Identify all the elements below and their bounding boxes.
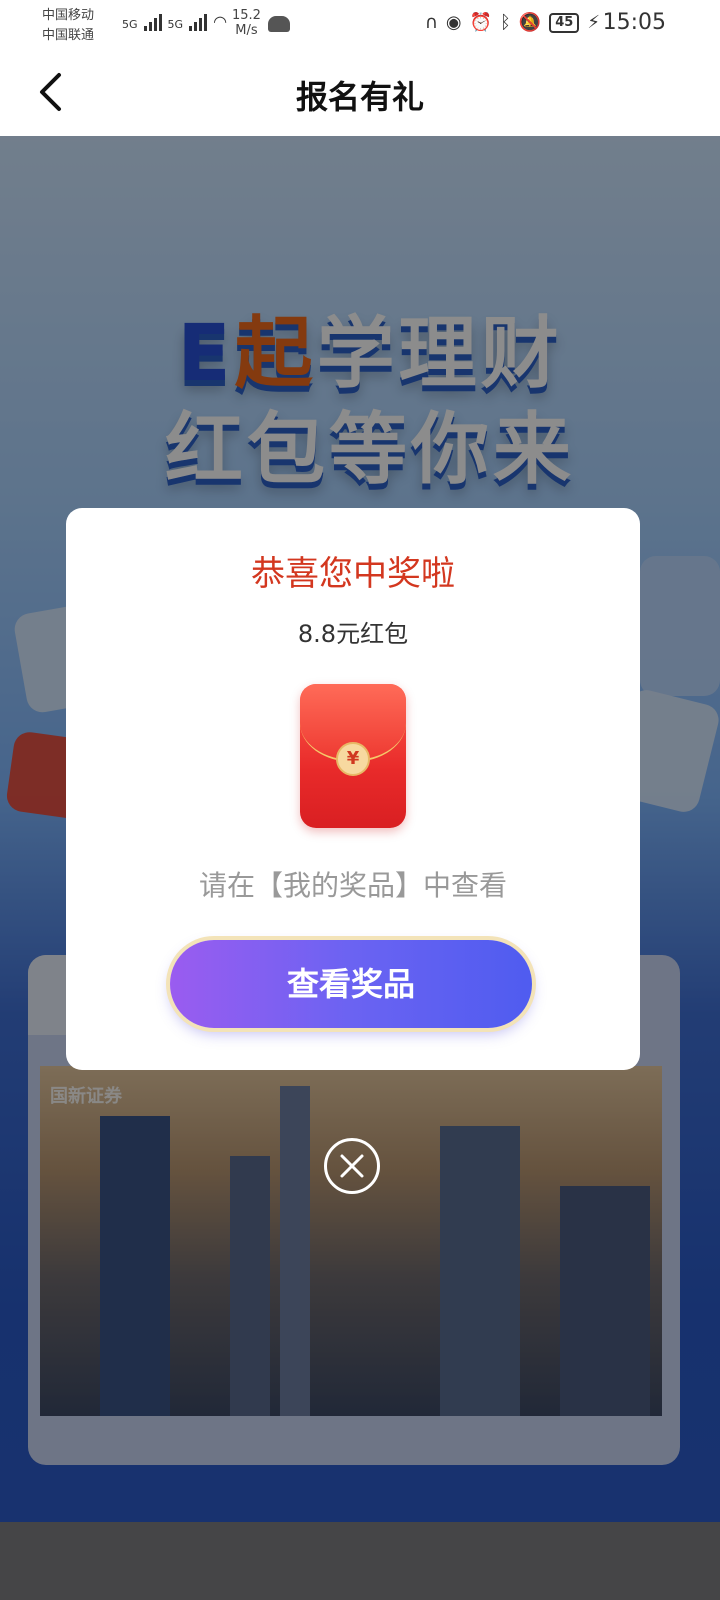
- status-bar: 中国移动 中国联通 5G 5G ◠ 15.2 M/s ∩ ◉ ⏰ ᛒ 🔕 45 …: [0, 0, 720, 50]
- network-speed: 15.2 M/s: [232, 8, 261, 38]
- network-type-2: 5G: [167, 18, 184, 31]
- eye-icon: ◉: [445, 12, 462, 33]
- clock: 15:05: [602, 10, 666, 35]
- speed-unit: M/s: [235, 23, 258, 38]
- wifi-icon: ◠: [213, 12, 228, 31]
- network-icons: 5G 5G ◠: [122, 12, 227, 31]
- charging-icon: ⚡: [587, 12, 600, 33]
- network-type-1: 5G: [122, 18, 138, 31]
- signal-icon: [143, 13, 162, 31]
- signal-icon: [189, 13, 208, 31]
- bluetooth-icon: ᛒ: [500, 12, 511, 33]
- nav-bar: 报名有礼: [0, 50, 720, 136]
- carrier-2: 中国联通: [42, 28, 95, 43]
- alarm-icon: ⏰: [469, 12, 493, 33]
- view-prize-button[interactable]: 查看奖品: [170, 940, 532, 1028]
- battery-icon: 45: [549, 12, 580, 33]
- carrier-1: 中国移动: [42, 8, 95, 23]
- headphones-icon: ∩: [424, 12, 438, 33]
- mute-icon: 🔕: [518, 12, 542, 33]
- close-icon: [340, 1154, 364, 1178]
- system-icons: ∩ ◉ ⏰ ᛒ 🔕 45 ⚡: [425, 12, 600, 33]
- yuan-seal: ¥: [336, 742, 370, 776]
- close-modal-button[interactable]: [324, 1138, 380, 1194]
- notification-icon: [268, 16, 290, 32]
- red-envelope-icon: ¥: [300, 684, 406, 828]
- prize-hint: 请在【我的奖品】中查看: [198, 869, 507, 902]
- speed-value: 15.2: [232, 8, 261, 23]
- prize-modal: 恭喜您中奖啦 8.8元红包 ¥ 请在【我的奖品】中查看 查看奖品: [66, 508, 640, 1070]
- modal-title: 恭喜您中奖啦: [251, 554, 455, 594]
- prize-amount: 8.8元红包: [297, 620, 409, 648]
- carrier-info: 中国移动 中国联通: [42, 6, 94, 46]
- page-title: 报名有礼: [295, 78, 424, 116]
